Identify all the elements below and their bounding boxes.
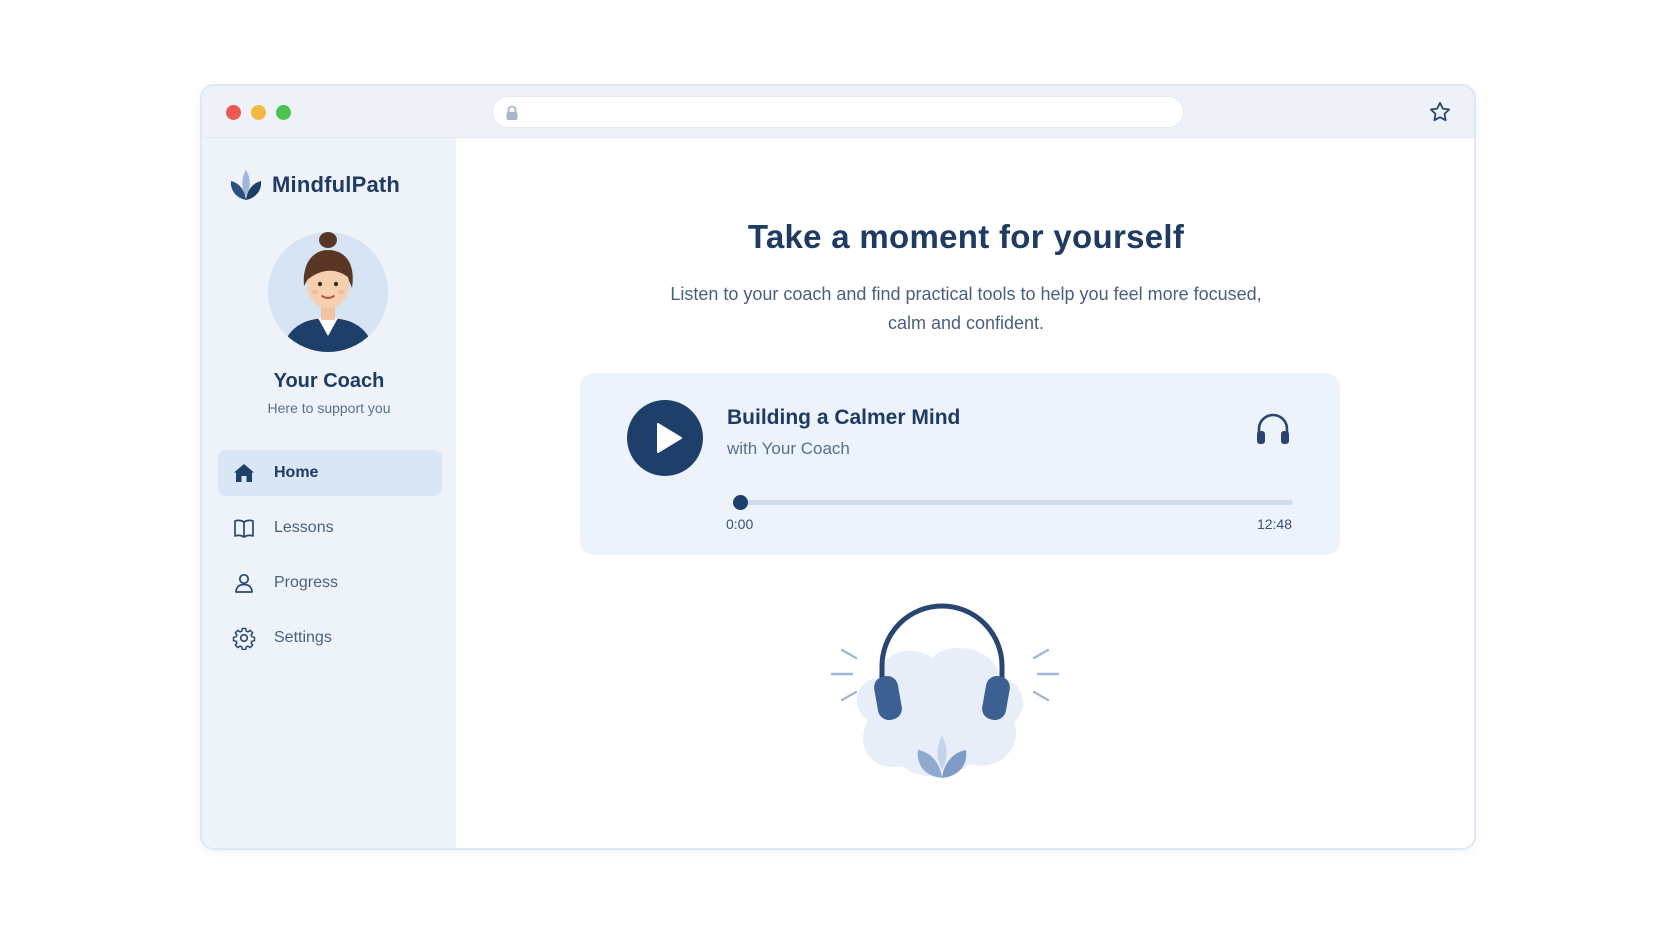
sidebar-item-home[interactable]: Home (218, 450, 442, 496)
headphones-icon (1257, 413, 1289, 444)
page-subtitle: Listen to your coach and find practical … (670, 284, 1262, 333)
sidebar-item-label: Home (274, 464, 319, 481)
book-icon (234, 519, 254, 538)
sidebar-item-label: Lessons (274, 519, 334, 536)
sidebar-item-progress[interactable]: Progress (218, 560, 442, 606)
sidebar-item-label: Progress (274, 574, 339, 591)
coach-name: Your Coach (273, 370, 385, 392)
track-title: Building a Calmer Mind (727, 406, 961, 429)
track-duration: 12:48 (1256, 516, 1292, 532)
close-window-button[interactable] (226, 105, 241, 120)
user-icon (235, 573, 253, 593)
sidebar-item-settings[interactable]: Settings (218, 615, 442, 661)
brand-logo[interactable]: MindfulPath (228, 166, 400, 204)
headphones-plant-illustration (830, 603, 1060, 778)
browser-window: MindfulPath Your Coach Here to support y… (200, 84, 1476, 850)
coach-subtitle: Here to support you (267, 400, 391, 416)
star-icon[interactable] (1428, 100, 1452, 124)
maximize-window-button[interactable] (276, 105, 291, 120)
track-subtitle: with Your Coach (727, 439, 850, 458)
sidebar-nav: Home Lessons Progress Settings (218, 450, 442, 670)
gear-icon (232, 627, 256, 650)
sidebar: MindfulPath Your Coach Here to support y… (202, 138, 456, 848)
coach-avatar (268, 232, 388, 352)
audio-player-card: Building a Calmer Mind with Your Coach 0… (580, 373, 1340, 555)
browser-titlebar (202, 86, 1474, 138)
sidebar-item-label: Settings (274, 629, 332, 646)
brand-name: MindfulPath (272, 172, 401, 197)
minimize-window-button[interactable] (251, 105, 266, 120)
home-icon (234, 464, 254, 482)
playback-progress-slider[interactable] (733, 495, 1293, 510)
coach-portrait-illustration (268, 232, 388, 352)
lock-icon (506, 105, 518, 120)
sidebar-item-lessons[interactable]: Lessons (218, 505, 442, 551)
current-time: 0:00 (726, 516, 754, 532)
address-bar[interactable] (492, 96, 1184, 128)
page-title: Take a moment for yourself (747, 218, 1185, 255)
main-content: Take a moment for yourself Listen to you… (456, 138, 1474, 848)
leaf-logo-icon (230, 170, 262, 200)
playback-progress-handle[interactable] (733, 495, 748, 510)
play-button[interactable] (627, 400, 703, 476)
play-icon (657, 423, 682, 453)
